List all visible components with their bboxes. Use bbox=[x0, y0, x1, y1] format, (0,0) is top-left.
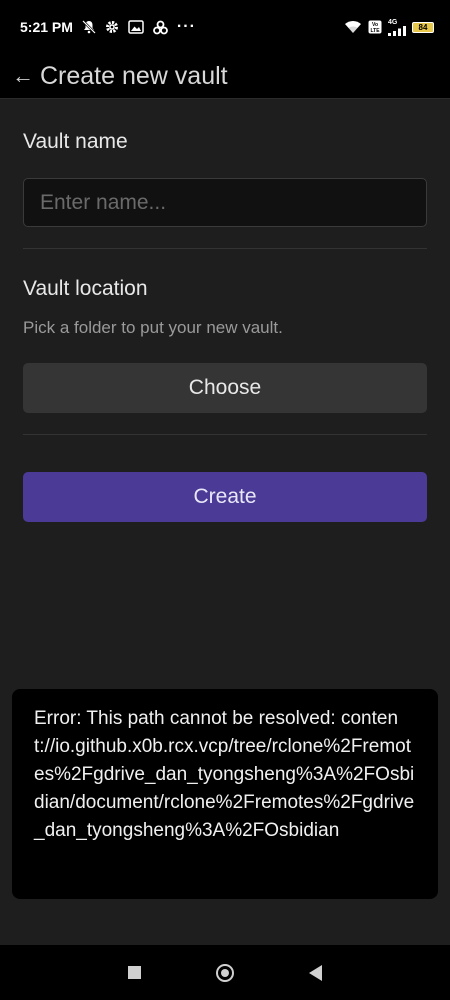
error-toast: Error: This path cannot be resolved: con… bbox=[12, 689, 438, 899]
create-button[interactable]: Create bbox=[23, 472, 427, 522]
header-divider bbox=[0, 98, 450, 99]
status-time: 5:21 PM bbox=[20, 19, 73, 35]
mute-icon bbox=[82, 20, 96, 34]
recents-icon[interactable] bbox=[128, 966, 141, 979]
app-bar: ← Create new vault bbox=[0, 54, 450, 98]
vault-location-label: Vault location bbox=[23, 277, 148, 300]
section-divider bbox=[23, 434, 427, 435]
wifi-icon bbox=[344, 20, 362, 34]
volte-icon: Vo LTE bbox=[368, 20, 382, 34]
navigation-bar bbox=[0, 945, 450, 1000]
vault-name-label: Vault name bbox=[23, 130, 128, 153]
photo-icon bbox=[128, 20, 144, 34]
page-title: Create new vault bbox=[40, 61, 228, 90]
battery-icon: 84 bbox=[412, 21, 434, 33]
gear-icon bbox=[105, 20, 119, 34]
home-icon[interactable] bbox=[216, 963, 234, 982]
battery-level: 84 bbox=[418, 22, 428, 32]
status-bar: 5:21 PM ··· Vo LTE 4G 84 bbox=[0, 0, 450, 54]
vault-name-placeholder: Enter name... bbox=[40, 190, 167, 214]
section-divider bbox=[23, 248, 427, 249]
choose-button[interactable]: Choose bbox=[23, 363, 427, 413]
network-type: 4G bbox=[388, 18, 398, 26]
svg-text:LTE: LTE bbox=[370, 28, 380, 34]
signal-icon: 4G bbox=[388, 19, 406, 36]
app-icon bbox=[153, 20, 168, 35]
vault-name-input[interactable]: Enter name... bbox=[23, 178, 427, 227]
more-notifications-icon: ··· bbox=[176, 18, 196, 35]
vault-location-description: Pick a folder to put your new vault. bbox=[23, 318, 283, 337]
back-arrow-icon[interactable]: ← bbox=[12, 63, 40, 89]
back-icon[interactable] bbox=[309, 964, 322, 981]
error-message: Error: This path cannot be resolved: con… bbox=[34, 708, 415, 841]
